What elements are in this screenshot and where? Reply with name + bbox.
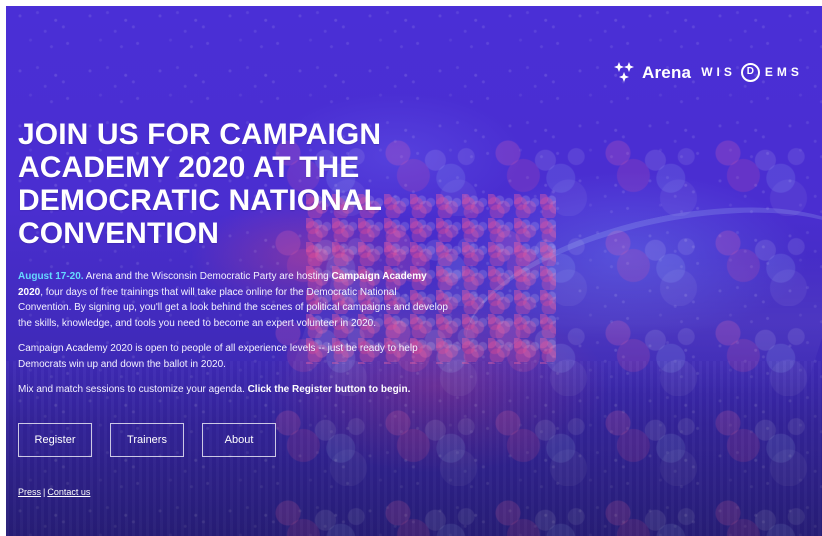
contact-link[interactable]: Contact us: [47, 487, 90, 497]
hero-background: Arena WIS D EMS JOIN US FOR CAMPAIGN ACA…: [6, 6, 822, 536]
arena-wordmark: Arena: [642, 62, 692, 82]
register-cta: Click the Register button to begin.: [247, 384, 411, 395]
register-prompt-text: Mix and match sessions to customize your…: [18, 384, 248, 395]
brand-logos: Arena WIS D EMS: [612, 52, 822, 92]
hero-actions: Register Trainers About: [18, 423, 276, 457]
footer-separator: |: [43, 487, 46, 497]
page-title: JOIN US FOR CAMPAIGN ACADEMY 2020 AT THE…: [18, 118, 382, 250]
press-link[interactable]: Press: [18, 487, 41, 497]
wisdems-d-badge: D: [740, 62, 760, 82]
page: Arena WIS D EMS JOIN US FOR CAMPAIGN ACA…: [0, 0, 822, 536]
footer-links: Press | Contact us: [18, 487, 90, 497]
register-prompt: Mix and match sessions to customize your…: [18, 382, 448, 398]
wisdems-left-text: WIS: [701, 65, 736, 79]
hero-copy: August 17-20. Arena and the Wisconsin De…: [18, 269, 448, 398]
register-button[interactable]: Register: [18, 423, 92, 457]
wisdems-logo: WIS D EMS: [701, 62, 803, 82]
trainers-button[interactable]: Trainers: [110, 423, 184, 457]
event-dates: August 17-20.: [18, 271, 84, 282]
hero-content: JOIN US FOR CAMPAIGN ACADEMY 2020 AT THE…: [18, 118, 448, 408]
experience-paragraph: Campaign Academy 2020 is open to people …: [18, 343, 418, 370]
intro-paragraph: August 17-20. Arena and the Wisconsin De…: [18, 269, 448, 331]
arena-star-icon: [614, 62, 634, 82]
intro-text-1: Arena and the Wisconsin Democratic Party…: [83, 271, 332, 282]
arena-logo: Arena: [612, 60, 691, 84]
intro-text-2: , four days of free trainings that will …: [18, 286, 448, 329]
wisdems-right-text: EMS: [764, 65, 803, 79]
about-button[interactable]: About: [202, 423, 276, 457]
